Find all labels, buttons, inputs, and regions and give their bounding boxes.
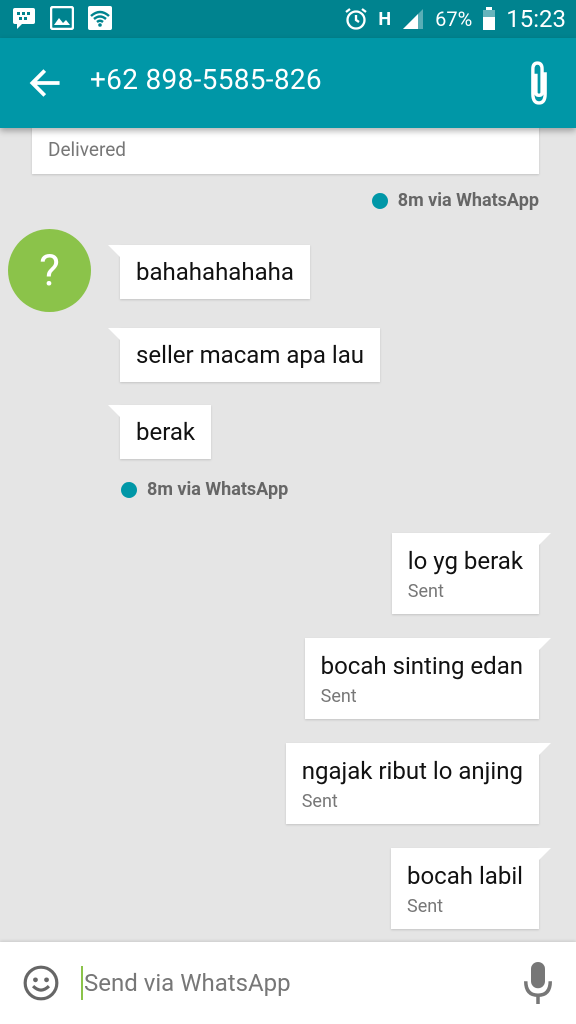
timestamp-line: 8m via WhatsApp — [121, 479, 288, 500]
conversation-header: +62 898-5585-826 — [0, 38, 576, 128]
message-status: Sent — [301, 791, 338, 812]
message-bubble-incoming[interactable]: seller macam apa lau — [108, 328, 380, 382]
message-bubble-outgoing[interactable]: bocah sinting edan Sent — [304, 638, 551, 719]
wifi-icon — [88, 6, 112, 30]
battery-icon — [483, 7, 496, 30]
bubble-tail — [539, 848, 551, 860]
message-status: Sent — [407, 581, 444, 602]
signal-icon — [403, 9, 424, 29]
smiley-icon[interactable] — [22, 964, 60, 1002]
message-text: bahahahahaha — [136, 258, 294, 286]
message-bubble-outgoing[interactable]: ngajak ribut lo anjing Sent — [285, 743, 551, 824]
status-bar: H 67% 15:23 — [0, 0, 576, 38]
message-text: lo yg berak — [407, 547, 523, 575]
bubble-tail — [108, 405, 120, 417]
timestamp-line: 8m via WhatsApp — [371, 190, 539, 211]
bubble-tail — [108, 245, 120, 257]
message-list[interactable]: Delivered 8m via WhatsApp ? bahahahahaha… — [0, 128, 576, 942]
message-bubble-incoming[interactable]: berak — [108, 405, 212, 459]
message-text: ngajak ribut lo anjing — [301, 757, 523, 785]
message-text: seller macam apa lau — [136, 341, 364, 369]
contact-title[interactable]: +62 898-5585-826 — [90, 63, 322, 96]
bubble-tail — [539, 743, 551, 755]
message-status: Sent — [320, 686, 357, 707]
clock: 15:23 — [506, 5, 566, 33]
timestamp-text: 8m via WhatsApp — [147, 479, 289, 500]
battery-percent: 67% — [435, 7, 473, 31]
bubble-tail — [539, 638, 551, 650]
message-text: bocah labil — [407, 862, 523, 890]
message-status: Delivered — [48, 138, 126, 161]
contact-avatar[interactable]: ? — [8, 229, 91, 312]
message-bubble-outgoing[interactable]: lo yg berak Sent — [391, 533, 551, 614]
message-input[interactable] — [84, 960, 504, 1006]
message-bubble-incoming[interactable]: bahahahahaha — [108, 245, 310, 299]
microphone-icon[interactable] — [524, 962, 552, 1004]
bubble-tail — [539, 533, 551, 545]
status-dot-icon — [121, 481, 137, 498]
compose-bar — [0, 942, 576, 1024]
text-cursor — [81, 966, 83, 1000]
alarm-icon — [345, 8, 368, 30]
avatar-glyph: ? — [39, 244, 60, 296]
timestamp-text: 8m via WhatsApp — [397, 190, 539, 211]
paperclip-icon[interactable] — [524, 60, 554, 106]
message-bubble-outgoing[interactable]: Delivered — [32, 128, 539, 174]
message-text: berak — [136, 418, 196, 446]
message-bubble-outgoing[interactable]: bocah labil Sent — [391, 848, 551, 929]
message-status: Sent — [407, 896, 444, 917]
gallery-icon — [50, 6, 74, 30]
bubble-tail — [108, 328, 120, 340]
network-type-label: H — [378, 8, 392, 30]
status-dot-icon — [371, 192, 388, 209]
message-text: bocah sinting edan — [320, 652, 523, 680]
bbm-icon — [13, 8, 35, 29]
back-arrow-icon[interactable] — [26, 64, 64, 102]
